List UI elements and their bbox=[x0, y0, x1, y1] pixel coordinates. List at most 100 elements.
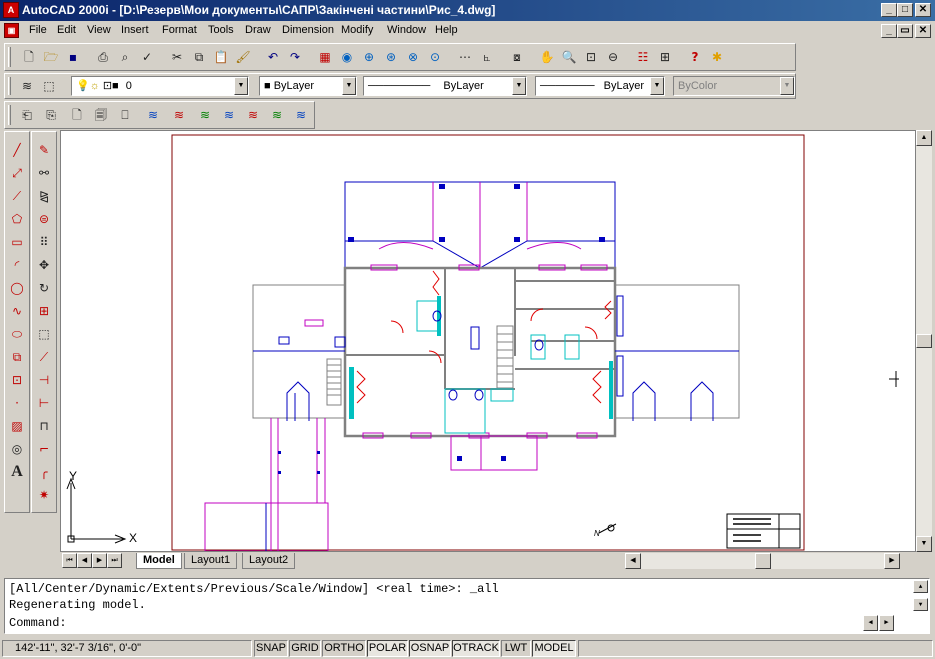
redo-icon[interactable]: ↷ bbox=[285, 47, 305, 67]
last-tab-button[interactable]: ⏭ bbox=[107, 553, 122, 568]
polar-toggle[interactable]: POLAR bbox=[367, 640, 408, 657]
doc-restore-button[interactable]: ▭ bbox=[897, 24, 913, 38]
design-center-icon[interactable]: ⊞ bbox=[655, 47, 675, 67]
color-select[interactable]: ■ ByLayer ▼ bbox=[259, 76, 357, 96]
autocad-app-icon[interactable]: A bbox=[3, 2, 19, 18]
hatch-icon[interactable]: ▨ bbox=[7, 416, 27, 436]
command-window[interactable]: [All/Center/Dynamic/Extents/Previous/Sca… bbox=[4, 578, 930, 634]
publish-web-icon[interactable]: ⊕ bbox=[359, 47, 379, 67]
maximize-button[interactable]: □ bbox=[897, 3, 913, 17]
zoom-window-icon[interactable]: ⊡ bbox=[581, 47, 601, 67]
scroll-down-button[interactable]: ▼ bbox=[916, 536, 932, 552]
active-assistance-icon[interactable]: ✱ bbox=[707, 47, 727, 67]
minimize-button[interactable]: _ bbox=[881, 3, 897, 17]
chamfer-icon[interactable]: ⌐ bbox=[34, 439, 54, 459]
chevron-down-icon[interactable]: ▼ bbox=[650, 77, 664, 95]
horizontal-scrollbar[interactable]: ◀ ▶ bbox=[625, 553, 900, 569]
offset-icon[interactable]: ⊜ bbox=[34, 209, 54, 229]
zoom-realtime-icon[interactable]: 🔍 bbox=[559, 47, 579, 67]
drawing-area[interactable]: Y X N bbox=[60, 130, 916, 552]
render-flag-icon-4[interactable]: ≋ bbox=[219, 105, 239, 125]
doc-minimize-button[interactable]: _ bbox=[881, 24, 897, 38]
menu-view[interactable]: View bbox=[87, 24, 111, 36]
linetype-select[interactable]: ──────── ByLayer ▼ bbox=[363, 76, 527, 96]
circle-icon[interactable]: ◯ bbox=[7, 278, 27, 298]
copy-object-icon[interactable]: ⚯ bbox=[34, 163, 54, 183]
mirror-icon[interactable]: ⧎ bbox=[34, 186, 54, 206]
chevron-down-icon[interactable]: ▼ bbox=[234, 77, 248, 95]
close-button[interactable]: ✕ bbox=[915, 3, 931, 17]
named-views-icon[interactable]: ⧇ bbox=[507, 47, 527, 67]
open-icon[interactable]: 🗁 bbox=[41, 47, 61, 67]
toolbar-grip[interactable] bbox=[8, 47, 11, 67]
scroll-up-button[interactable]: ▲ bbox=[916, 130, 932, 146]
extend-icon[interactable]: ⊢ bbox=[34, 393, 54, 413]
spelling-icon[interactable]: ✓ bbox=[137, 47, 157, 67]
menu-insert[interactable]: Insert bbox=[121, 24, 149, 36]
page-layout-icon[interactable]: ⎕ bbox=[115, 105, 135, 125]
first-tab-button[interactable]: ⏮ bbox=[62, 553, 77, 568]
chevron-down-icon[interactable]: ▼ bbox=[342, 77, 356, 95]
properties-icon[interactable]: ☷ bbox=[633, 47, 653, 67]
tab-model[interactable]: Model bbox=[136, 553, 182, 569]
copy-icon[interactable]: ⧉ bbox=[189, 47, 209, 67]
render-flag-icon-6[interactable]: ≋ bbox=[267, 105, 287, 125]
page-copy-icon[interactable]: 🗐 bbox=[91, 105, 111, 125]
toolbar-grip[interactable] bbox=[8, 77, 11, 95]
menu-window[interactable]: Window bbox=[387, 24, 426, 36]
hyperlink-icon[interactable]: ⊙ bbox=[425, 47, 445, 67]
spline-icon[interactable]: ∿ bbox=[7, 301, 27, 321]
layer-select[interactable]: 💡☼ ⊡■ 0 ▼ bbox=[71, 76, 249, 96]
ortho-toggle[interactable]: ORTHO bbox=[322, 640, 366, 657]
render-flag-icon-3[interactable]: ≋ bbox=[195, 105, 215, 125]
make-current-icon[interactable]: ⬚ bbox=[39, 76, 59, 96]
save-icon[interactable]: ▪ bbox=[63, 47, 83, 67]
print-preview-icon[interactable]: ⌕ bbox=[115, 47, 135, 67]
fillet-icon[interactable]: ╭ bbox=[34, 462, 54, 482]
explode-icon[interactable]: ✷ bbox=[34, 485, 54, 505]
doc-close-button[interactable]: ✕ bbox=[915, 24, 931, 38]
meet-now-icon[interactable]: ⊛ bbox=[381, 47, 401, 67]
hscroll-thumb[interactable] bbox=[755, 553, 771, 569]
cmd-scroll-down-button[interactable]: ▼ bbox=[913, 598, 928, 611]
menu-help[interactable]: Help bbox=[435, 24, 458, 36]
prev-tab-button[interactable]: ◀ bbox=[77, 553, 92, 568]
lwt-toggle[interactable]: LWT bbox=[501, 640, 531, 657]
match-properties-icon[interactable]: 🖌 bbox=[233, 47, 253, 67]
menu-edit[interactable]: Edit bbox=[57, 24, 76, 36]
break-icon[interactable]: ⊓ bbox=[34, 416, 54, 436]
scale-icon[interactable]: ⊞ bbox=[34, 301, 54, 321]
page-icon[interactable]: 🗋 bbox=[67, 105, 87, 125]
polyline-icon[interactable]: ⟋ bbox=[7, 186, 27, 206]
rectangle-icon[interactable]: ▭ bbox=[7, 232, 27, 252]
new-icon[interactable]: 🗋 bbox=[19, 47, 39, 67]
move-icon[interactable]: ✥ bbox=[34, 255, 54, 275]
scroll-right-button[interactable]: ▶ bbox=[884, 553, 900, 569]
vertical-scrollbar[interactable]: ▲ ▼ bbox=[916, 130, 932, 552]
arc-icon[interactable]: ◜ bbox=[7, 255, 27, 275]
insert-block-icon[interactable]: ⧉ bbox=[7, 347, 27, 367]
chevron-down-icon[interactable]: ▼ bbox=[512, 77, 526, 95]
lengthen-icon[interactable]: ⟋ bbox=[34, 347, 54, 367]
grid-toggle[interactable]: GRID bbox=[289, 640, 321, 657]
tab-layout2[interactable]: Layout2 bbox=[242, 553, 296, 569]
print-icon[interactable]: ⎙ bbox=[93, 47, 113, 67]
document-icon[interactable]: ▣ bbox=[4, 23, 19, 38]
render-flag-icon-7[interactable]: ≋ bbox=[291, 105, 311, 125]
multiline-text-icon[interactable]: A bbox=[7, 462, 27, 482]
line-icon[interactable]: ╱ bbox=[7, 140, 27, 160]
cmd-scroll-left-button[interactable]: ◀ bbox=[863, 615, 878, 631]
construction-line-icon[interactable]: ⤢ bbox=[7, 163, 27, 183]
model-toggle[interactable]: MODEL bbox=[532, 640, 576, 657]
cut-icon[interactable]: ✂ bbox=[167, 47, 187, 67]
save-block-icon[interactable]: ⎘ bbox=[41, 105, 61, 125]
help-icon[interactable]: ? bbox=[685, 47, 705, 67]
render-flag-icon-5[interactable]: ≋ bbox=[243, 105, 263, 125]
region-icon[interactable]: ◎ bbox=[7, 439, 27, 459]
rotate-icon[interactable]: ↻ bbox=[34, 278, 54, 298]
menu-file[interactable]: File bbox=[29, 24, 47, 36]
menu-draw[interactable]: Draw bbox=[245, 24, 271, 36]
insert-block-icon[interactable]: ⎗ bbox=[17, 105, 37, 125]
erase-icon[interactable]: ✎ bbox=[34, 140, 54, 160]
undo-icon[interactable]: ↶ bbox=[263, 47, 283, 67]
